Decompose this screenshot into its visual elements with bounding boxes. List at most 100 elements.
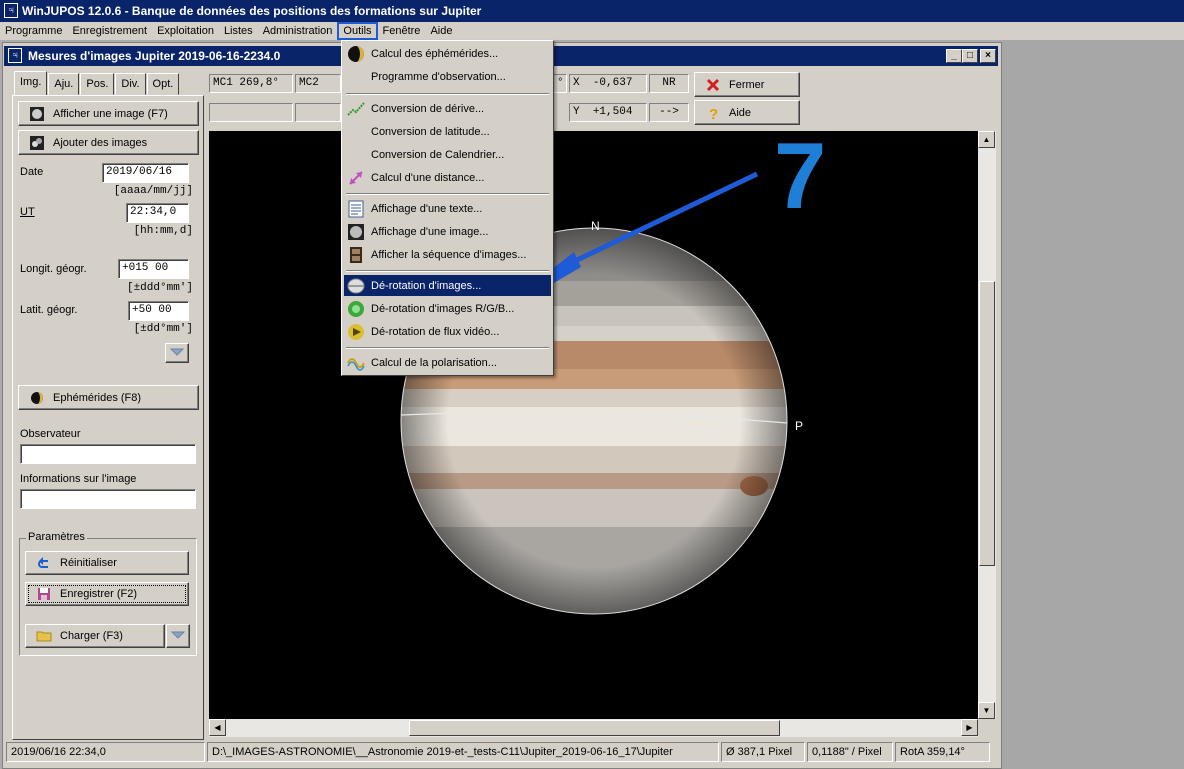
menu-outils[interactable]: Outils (337, 22, 378, 40)
degree-field: ° (553, 74, 567, 93)
scroll-up-button[interactable]: ▲ (978, 131, 995, 148)
tab-img[interactable]: Img. (14, 71, 48, 96)
vertical-scroll-thumb[interactable] (979, 281, 995, 566)
menu-item-show-image[interactable]: Affichage d'une image... (344, 221, 551, 242)
longitude-field[interactable]: +015 00 (118, 259, 189, 279)
menu-separator (346, 193, 549, 195)
tab-pos[interactable]: Pos. (80, 73, 115, 95)
help-icon: ? (705, 105, 721, 121)
status-path: D:\_IMAGES-ASTRONOMIE\__Astronomie 2019-… (207, 742, 719, 762)
parameters-label: Paramètres (26, 531, 87, 543)
menu-item-observation-program[interactable]: Programme d'observation... (344, 66, 551, 87)
menu-item-calendar-conversion[interactable]: Conversion de Calendrier... (344, 144, 551, 165)
load-dropdown-button[interactable] (166, 624, 190, 648)
vertical-scrollbar[interactable]: ▲ ▼ (978, 131, 996, 719)
close-window-button[interactable]: × (980, 49, 996, 63)
latitude-field[interactable]: +50 00 (128, 301, 189, 321)
image-info-label: Informations sur l'image (20, 473, 137, 485)
chevron-down-icon (169, 347, 185, 360)
longitude-label: Longit. géogr. (20, 263, 87, 275)
ephemerides-button[interactable]: Ephémérides (F8) (18, 385, 199, 410)
y-coordinate-field: Y +1,504 (569, 103, 647, 122)
show-image-button[interactable]: Afficher une image (F7) (18, 101, 199, 126)
cm1-field: MC1 269,8° (209, 74, 293, 93)
app-title: WinJUPOS 12.0.6 - Banque de données des … (22, 4, 482, 18)
horizontal-scrollbar[interactable]: ◀ ▶ (209, 719, 978, 737)
film-icon (347, 246, 365, 264)
scroll-left-button[interactable]: ◀ (209, 719, 226, 736)
x-coordinate-field: X -0,637 (569, 74, 647, 93)
date-hint: [aaaa/mm/jj] (113, 185, 193, 197)
child-window-title: Mesures d'images Jupiter 2019-06-16-2234… (28, 49, 281, 63)
load-button[interactable]: Charger (F3) (25, 624, 165, 648)
location-dropdown-button[interactable] (165, 343, 189, 363)
north-label: N (591, 219, 600, 233)
menu-enregistrement[interactable]: Enregistrement (67, 22, 152, 40)
menu-fenetre[interactable]: Fenêtre (378, 22, 426, 40)
image-display[interactable]: N P 7 (209, 131, 978, 719)
menu-item-distance[interactable]: Calcul d'une distance... (344, 167, 551, 188)
date-field[interactable]: 2019/06/16 (102, 163, 189, 183)
date-label: Date (20, 166, 44, 178)
reset-button[interactable]: Réinitialiser (25, 551, 189, 575)
mdi-background (1002, 40, 1184, 769)
add-images-button[interactable]: Ajouter des images (18, 130, 199, 155)
ut-label: UT (20, 206, 35, 218)
menu-separator (346, 270, 549, 272)
menu-item-polarisation[interactable]: Calcul de la polarisation... (344, 352, 551, 373)
app-titlebar[interactable]: ♃ WinJUPOS 12.0.6 - Banque de données de… (0, 0, 1184, 22)
menu-item-latitude-conversion[interactable]: Conversion de latitude... (344, 121, 551, 142)
close-button[interactable]: Fermer (694, 72, 800, 97)
menu-administration[interactable]: Administration (258, 22, 338, 40)
status-diameter: Ø 387,1 Pixel (721, 742, 805, 762)
menu-programme[interactable]: Programme (0, 22, 67, 40)
menu-separator (346, 93, 549, 95)
child-app-icon: ♃ (8, 48, 22, 63)
svg-text:?: ? (709, 106, 718, 121)
tab-opt[interactable]: Opt. (146, 73, 180, 95)
menu-exploitation[interactable]: Exploitation (152, 22, 219, 40)
outils-menu: Calcul des éphémérides... Programme d'ob… (341, 40, 554, 376)
menu-listes[interactable]: Listes (219, 22, 258, 40)
menu-item-image-sequence[interactable]: Afficher la séquence d'images... (344, 244, 551, 265)
status-bar: 2019/06/16 22:34,0 D:\_IMAGES-ASTRONOMIE… (6, 741, 998, 763)
close-icon (705, 77, 721, 93)
menubar: Programme Enregistrement Exploitation Li… (0, 22, 1184, 40)
menu-item-ephemerides[interactable]: Calcul des éphémérides... (344, 43, 551, 64)
scroll-down-button[interactable]: ▼ (978, 702, 995, 719)
latitude-hint: [±dd°mm'] (133, 323, 193, 335)
maximize-button[interactable]: □ (962, 49, 978, 63)
empty-field-2 (295, 103, 341, 122)
ut-field[interactable]: 22:34,0 (126, 203, 189, 223)
image-info-field[interactable] (20, 489, 196, 509)
observer-field[interactable] (20, 444, 196, 464)
observer-label: Observateur (20, 428, 81, 440)
distance-icon (347, 169, 365, 187)
menu-aide[interactable]: Aide (425, 22, 457, 40)
tab-div[interactable]: Div. (115, 73, 146, 95)
menu-separator (346, 347, 549, 349)
chevron-down-icon (170, 630, 186, 643)
text-icon (347, 200, 365, 218)
nr-field: NR (649, 74, 689, 93)
arrow-field: --> (649, 103, 689, 122)
app-icon: ♃ (4, 3, 18, 18)
status-rotation-angle: RotA 359,14° (895, 742, 990, 762)
drift-icon (347, 100, 365, 118)
minimize-button[interactable]: _ (946, 49, 962, 63)
menu-item-drift-conversion[interactable]: Conversion de dérive... (344, 98, 551, 119)
menu-item-video-derotation[interactable]: Dé-rotation de flux vidéo... (344, 321, 551, 342)
ephemeris-icon (347, 45, 365, 63)
tab-aju[interactable]: Aju. (48, 73, 80, 95)
scroll-right-button[interactable]: ▶ (961, 719, 978, 736)
menu-item-rgb-derotation[interactable]: Dé-rotation d'images R/G/B... (344, 298, 551, 319)
help-button[interactable]: ? Aide (694, 100, 800, 125)
tab-strip: Img. Aju. Pos. Div. Opt. (14, 71, 180, 96)
horizontal-scroll-thumb[interactable] (409, 720, 780, 736)
menu-item-image-derotation[interactable]: Dé-rotation d'images... (344, 275, 551, 296)
empty-field-1 (209, 103, 293, 122)
menu-item-show-text[interactable]: Affichage d'une texte... (344, 198, 551, 219)
save-button[interactable]: Enregistrer (F2) (25, 582, 189, 606)
undo-icon (36, 555, 52, 571)
image-icon (347, 223, 365, 241)
